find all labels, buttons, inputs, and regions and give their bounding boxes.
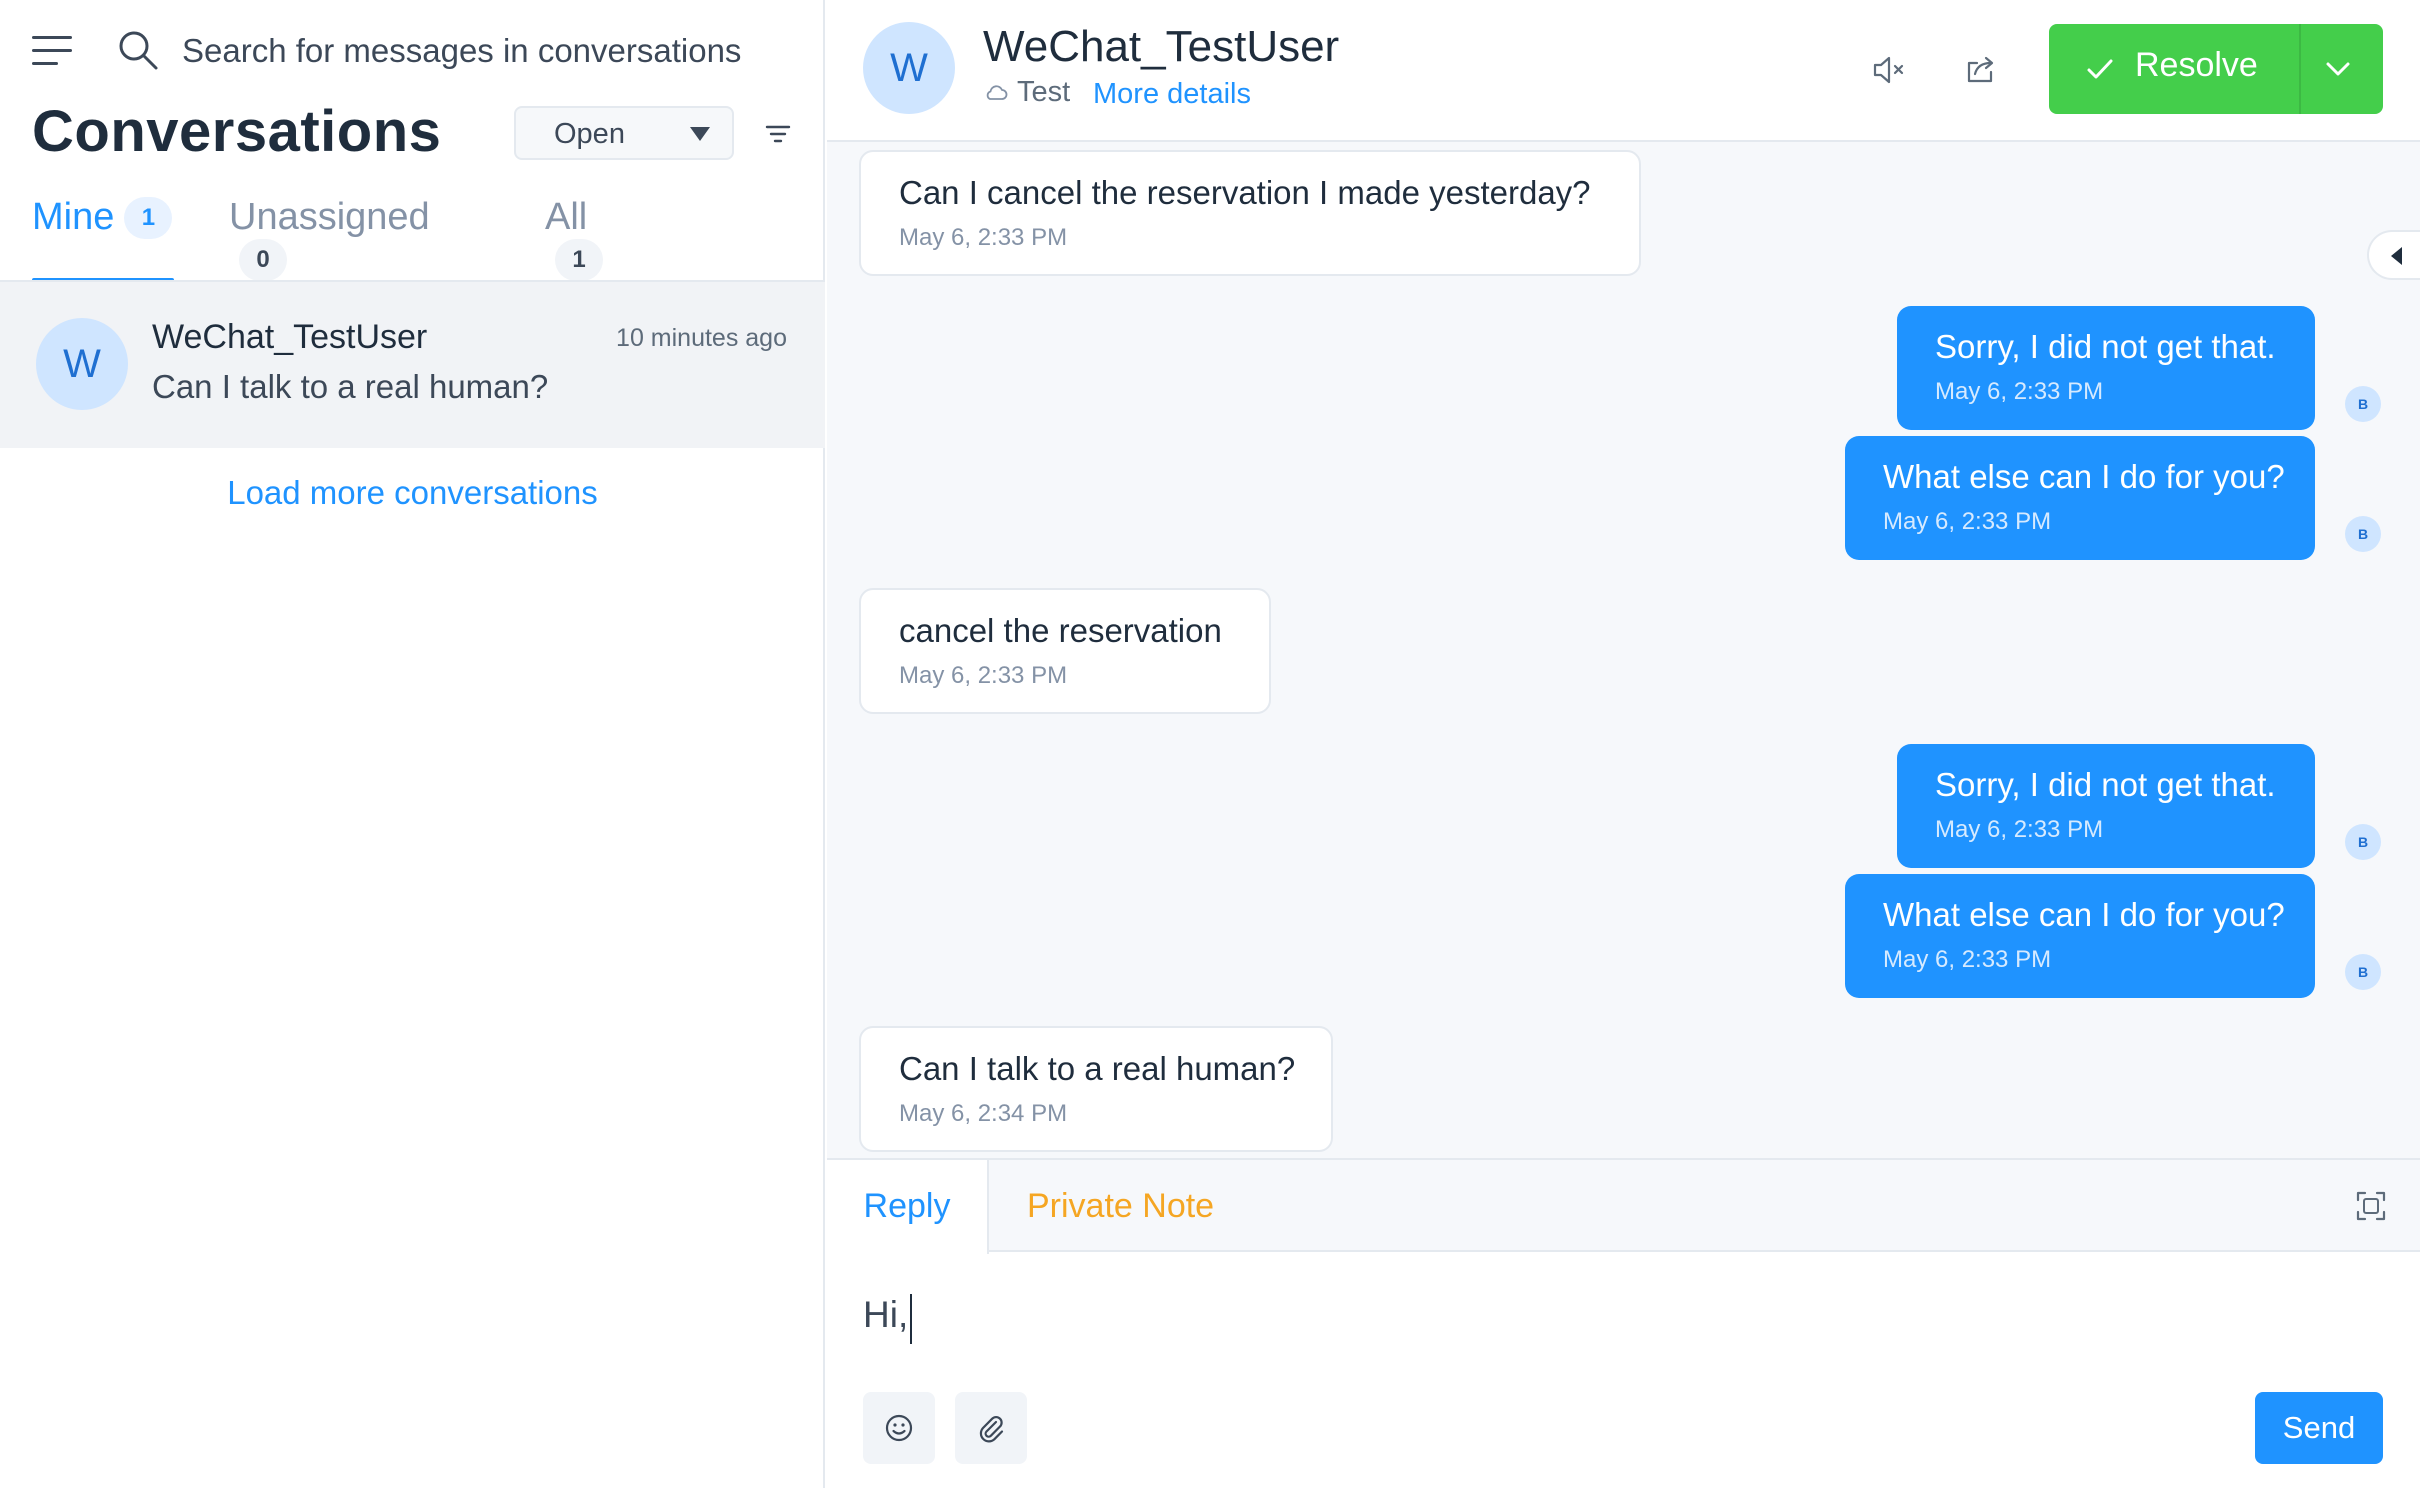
text-cursor [910, 1294, 912, 1344]
message-text: What else can I do for you? [1883, 458, 2285, 495]
message-incoming: cancel the reservation May 6, 2:33 PM [859, 588, 1271, 714]
more-details-link[interactable]: More details [1093, 78, 1251, 111]
reply-box: Reply Private Note Hi, Send [827, 1158, 2420, 1488]
tab-mine[interactable]: Mine 1 [32, 196, 174, 282]
message-text: Sorry, I did not get that. [1935, 766, 2276, 803]
reply-mode-tabs: Reply Private Note [827, 1160, 2420, 1254]
tab-all[interactable]: All1 [545, 196, 603, 282]
conversation-time: 10 minutes ago [616, 324, 787, 352]
bot-avatar: B [2345, 954, 2381, 990]
bot-avatar: B [2345, 386, 2381, 422]
last-message-preview: Can I talk to a real human? [152, 368, 549, 405]
reply-textarea[interactable]: Hi, [863, 1294, 2383, 1354]
message-time: May 6, 2:33 PM [899, 224, 1068, 251]
conversation-list-item[interactable]: W WeChat_TestUser 10 minutes ago Can I t… [0, 282, 825, 448]
tab-unassigned-label: Unassigned [229, 196, 430, 238]
avatar: W [36, 318, 128, 410]
resolve-label: Resolve [2135, 46, 2258, 84]
resolve-button[interactable]: Resolve [2049, 24, 2383, 114]
attachment-button[interactable] [955, 1392, 1027, 1464]
emoji-icon [885, 1414, 913, 1442]
message-outgoing: Sorry, I did not get that. May 6, 2:33 P… [1897, 306, 2315, 430]
bot-avatar: B [2345, 824, 2381, 860]
tab-all-label: All [545, 196, 588, 238]
message-time: May 6, 2:33 PM [1935, 378, 2104, 405]
attachment-icon [979, 1416, 1004, 1443]
collapse-icon [2391, 247, 2402, 265]
mute-icon[interactable] [1869, 50, 1909, 90]
resolve-divider [2299, 24, 2301, 114]
share-icon[interactable] [1961, 50, 2001, 90]
status-filter-select[interactable]: Open [514, 106, 734, 160]
conversation-panel: W WeChat_TestUser Test More details Reso… [827, 0, 2420, 1488]
message-time: May 6, 2:33 PM [1883, 508, 2052, 535]
bot-avatar: B [2345, 516, 2381, 552]
tab-unassigned[interactable]: Unassigned0 [229, 196, 430, 282]
contact-avatar: W [863, 22, 955, 114]
caret-down-icon [690, 127, 710, 141]
cloud-icon [986, 85, 1008, 100]
message-outgoing: What else can I do for you? May 6, 2:33 … [1845, 874, 2315, 998]
message-time: May 6, 2:33 PM [1883, 946, 2052, 973]
message-incoming: Can I cancel the reservation I made yest… [859, 150, 1641, 276]
tab-unassigned-count: 0 [239, 239, 287, 281]
chevron-down-icon[interactable] [2323, 56, 2353, 82]
tab-private-note[interactable]: Private Note [1027, 1160, 1214, 1252]
message-outgoing: What else can I do for you? May 6, 2:33 … [1845, 436, 2315, 560]
filter-icon[interactable] [764, 120, 792, 148]
load-more-link[interactable]: Load more conversations [0, 474, 825, 512]
message-incoming: Can I talk to a real human? May 6, 2:34 … [859, 1026, 1333, 1152]
inbox-name: Test [1017, 76, 1071, 108]
message-text: What else can I do for you? [1883, 896, 2285, 933]
expand-icon[interactable] [2355, 1190, 2387, 1222]
message-text: Can I cancel the reservation I made yest… [899, 174, 1591, 211]
message-text: Sorry, I did not get that. [1935, 328, 2276, 365]
tab-all-count: 1 [555, 239, 603, 281]
message-outgoing: Sorry, I did not get that. May 6, 2:33 P… [1897, 744, 2315, 868]
page-title: Conversations [32, 99, 442, 164]
send-button[interactable]: Send [2255, 1392, 2383, 1464]
message-time: May 6, 2:33 PM [1935, 816, 2104, 843]
emoji-button[interactable] [863, 1392, 935, 1464]
sidebar-toggle-button[interactable] [2367, 230, 2420, 280]
message-list: Can I cancel the reservation I made yest… [827, 142, 2420, 1158]
message-time: May 6, 2:33 PM [899, 662, 1068, 689]
message-time: May 6, 2:34 PM [899, 1100, 1068, 1127]
status-filter-value: Open [554, 118, 625, 150]
check-icon [2087, 59, 2113, 79]
message-text: cancel the reservation [899, 612, 1222, 649]
search-input[interactable] [182, 24, 802, 78]
search-icon [119, 31, 158, 70]
tab-mine-label: Mine [32, 196, 115, 238]
conversation-list-panel: Conversations Open Mine1 Unassigned0 All… [0, 0, 825, 1488]
contact-name-heading: WeChat_TestUser [983, 22, 1340, 71]
message-text: Can I talk to a real human? [899, 1050, 1296, 1087]
menu-icon[interactable] [32, 34, 76, 68]
tab-mine-count: 1 [124, 196, 173, 239]
contact-name: WeChat_TestUser [152, 318, 428, 356]
conversation-header: W WeChat_TestUser Test More details Reso… [827, 0, 2420, 142]
tab-reply[interactable]: Reply [827, 1160, 989, 1254]
